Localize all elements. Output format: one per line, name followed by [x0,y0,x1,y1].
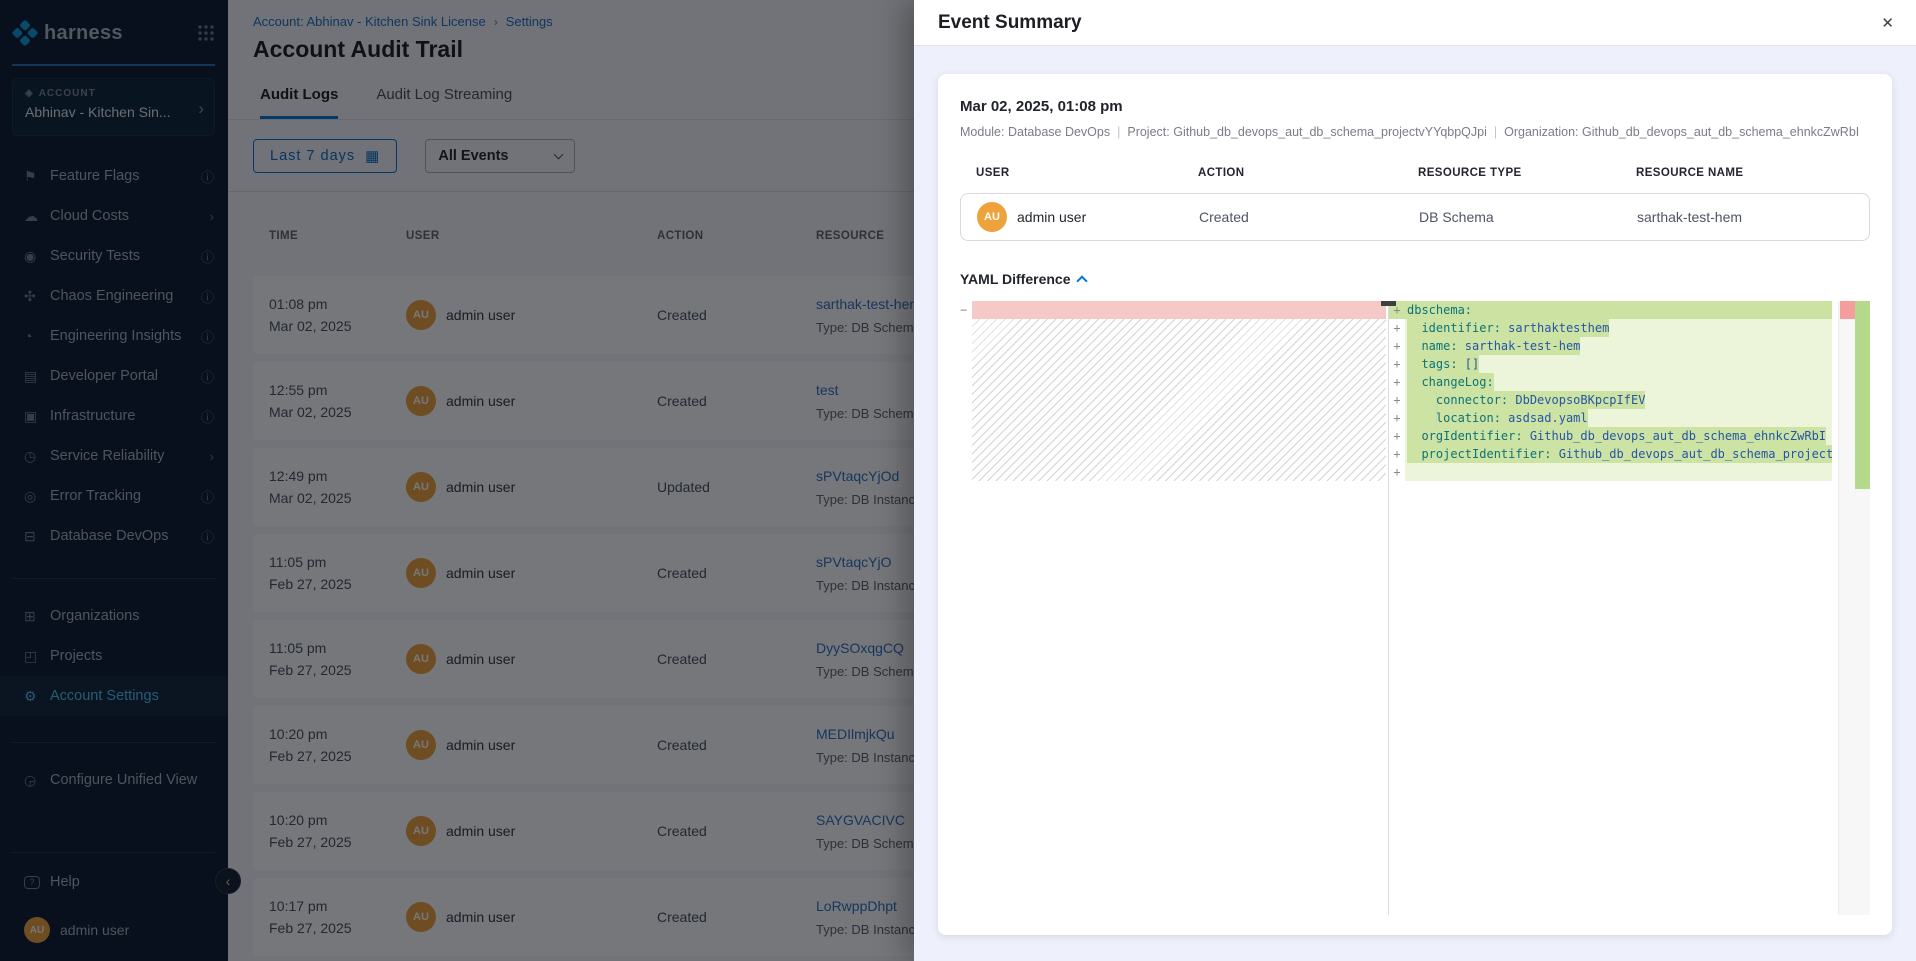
organization-value: Github_db_devops_aut_db_schema_ehnkcZwRb… [1582,125,1859,139]
ruler-removed-marker [1840,301,1855,319]
diff-added-line: + dbschema: [1389,301,1832,319]
diff-plus-marker: + [1389,391,1405,409]
diff-added-line: + changeLog: [1389,373,1832,391]
event-meta-line: Module: Database DevOps|Project: Github_… [960,125,1870,139]
diff-plus-marker: + [1389,445,1405,463]
diff-plus-marker: + [1389,427,1405,445]
diff-added-line: + tags: [] [1389,355,1832,373]
diff-removed-marker: − [960,301,972,319]
column-header-action: ACTION [1198,167,1418,179]
diff-plus-marker: + [1389,409,1405,427]
yaml-difference-label: YAML Difference [960,271,1070,287]
project-label: Project: [1127,125,1169,139]
event-summary-drawer: Event Summary ✕ Mar 02, 2025, 01:08 pm M… [914,0,1916,961]
diff-sash-handle[interactable] [1381,301,1396,306]
resource-type-cell: DB Schema [1419,209,1637,225]
diff-plus-marker: + [1389,373,1405,391]
diff-added-line: + projectIdentifier: Github_db_devops_au… [1389,445,1832,463]
ruler-added-marker [1855,301,1870,489]
summary-table-header: USER ACTION RESOURCE TYPE RESOURCE NAME [960,167,1870,179]
summary-table-row: AU admin user Created DB Schema sarthak-… [960,193,1870,241]
module-value: Database DevOps [1008,125,1110,139]
diff-plus-marker: + [1389,355,1405,373]
event-summary-card: Mar 02, 2025, 01:08 pm Module: Database … [938,74,1892,935]
event-timestamp: Mar 02, 2025, 01:08 pm [960,98,1870,115]
diff-removed-line [972,301,1386,319]
resource-name-cell: sarthak-test-hem [1637,209,1853,225]
diff-added-line: + name: sarthak-test-hem [1389,337,1832,355]
user-name: admin user [1017,209,1086,225]
diff-added-line: + orgIdentifier: Github_db_devops_aut_db… [1389,427,1832,445]
drawer-header: Event Summary ✕ [914,0,1916,46]
column-header-resource-name: RESOURCE NAME [1636,167,1854,179]
column-header-user: USER [976,167,1198,179]
drawer-title: Event Summary [938,12,1082,34]
module-label: Module: [960,125,1004,139]
yaml-difference-toggle[interactable]: YAML Difference [960,271,1870,287]
diff-original-pane: − [960,301,1388,915]
diff-filler-hatch [972,319,1386,481]
action-cell: Created [1199,209,1419,225]
diff-plus-marker: + [1389,319,1405,337]
column-header-resource-type: RESOURCE TYPE [1418,167,1636,179]
yaml-diff-editor: − + dbschema: + iden [960,301,1870,915]
organization-label: Organization: [1504,125,1578,139]
diff-added-line: + connector: DbDevopsoBKpcpIfEV [1389,391,1832,409]
chevron-up-icon [1077,275,1088,286]
diff-added-line: + [1389,463,1832,481]
diff-added-line: + identifier: sarthaktesthem [1389,319,1832,337]
diff-plus-marker: + [1389,337,1405,355]
user-avatar: AU [977,202,1007,232]
diff-overview-ruler[interactable] [1838,301,1870,915]
diff-added-line: + location: asdsad.yaml [1389,409,1832,427]
close-icon[interactable]: ✕ [1881,14,1894,32]
diff-plus-marker: + [1389,463,1405,481]
diff-modified-pane: + dbschema: + identifier: sarthaktesthem… [1389,301,1832,915]
project-value: Github_db_devops_aut_db_schema_projectvY… [1173,125,1487,139]
